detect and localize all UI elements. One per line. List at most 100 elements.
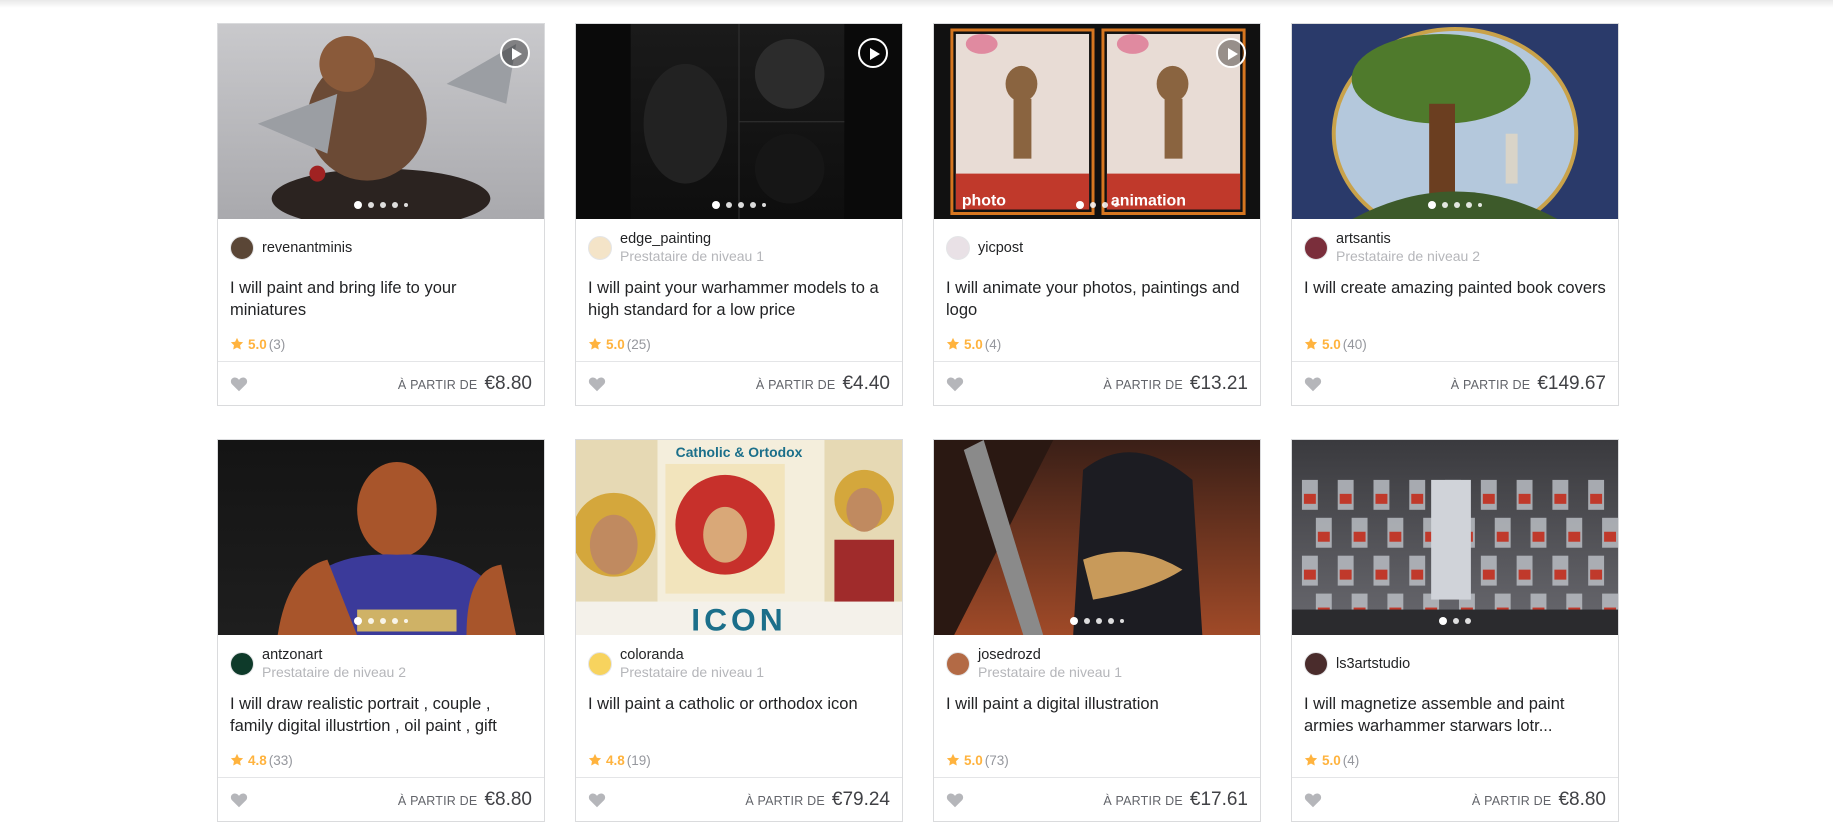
gig-card[interactable]: antzonart Prestataire de niveau 2 I will… (217, 439, 545, 822)
play-video-icon[interactable] (1216, 38, 1246, 68)
avatar[interactable] (946, 236, 970, 261)
price[interactable]: À PARTIR DE €4.40 (756, 373, 890, 395)
price[interactable]: À PARTIR DE €8.80 (1472, 789, 1606, 811)
carousel-dot[interactable] (368, 202, 374, 209)
carousel-dot[interactable] (404, 203, 408, 208)
seller-info[interactable]: revenantminis (218, 219, 544, 277)
seller-name[interactable]: coloranda (620, 647, 764, 664)
heart-icon[interactable] (946, 792, 964, 808)
carousel-dot[interactable] (404, 619, 408, 624)
seller-info[interactable]: edge_painting Prestataire de niveau 1 (576, 219, 902, 277)
gig-thumbnail[interactable]: Catholic & Ortodox ICON (576, 440, 902, 636)
seller-name[interactable]: yicpost (978, 240, 1023, 257)
gig-title[interactable]: I will magnetize assemble and paint armi… (1292, 693, 1618, 743)
carousel-dot[interactable] (392, 202, 398, 209)
carousel-dot[interactable] (1070, 617, 1078, 626)
carousel-dot[interactable] (1442, 202, 1448, 209)
gig-card[interactable]: Catholic & Ortodox ICON coloranda Prestat… (575, 439, 903, 822)
avatar[interactable] (946, 652, 970, 677)
avatar[interactable] (1304, 652, 1328, 677)
price[interactable]: À PARTIR DE €8.80 (398, 373, 532, 395)
gig-thumbnail[interactable]: photo animation (934, 24, 1260, 220)
price[interactable]: À PARTIR DE €149.67 (1451, 373, 1606, 395)
carousel-dot[interactable] (1453, 618, 1459, 625)
heart-icon[interactable] (230, 376, 248, 392)
gig-title[interactable]: I will paint a catholic or orthodox icon (576, 693, 902, 743)
seller-info[interactable]: ls3artstudio (1292, 635, 1618, 693)
seller-name[interactable]: josedrozd (978, 647, 1122, 664)
gig-card[interactable]: revenantminis I will paint and bring lif… (217, 23, 545, 406)
avatar[interactable] (1304, 236, 1328, 261)
carousel-dots[interactable] (218, 617, 544, 626)
carousel-dot[interactable] (1478, 203, 1482, 208)
seller-name[interactable]: ls3artstudio (1336, 656, 1410, 673)
price[interactable]: À PARTIR DE €79.24 (745, 789, 890, 811)
carousel-dot[interactable] (750, 202, 756, 209)
carousel-dot[interactable] (1454, 202, 1460, 209)
gig-title[interactable]: I will paint a digital illustration (934, 693, 1260, 743)
seller-info[interactable]: coloranda Prestataire de niveau 1 (576, 635, 902, 693)
carousel-dot[interactable] (712, 201, 720, 210)
carousel-dot[interactable] (1120, 619, 1124, 624)
carousel-dots[interactable] (934, 201, 1260, 210)
carousel-dot[interactable] (1096, 618, 1102, 625)
gig-thumbnail[interactable] (218, 24, 544, 220)
gig-title[interactable]: I will draw realistic portrait , couple … (218, 693, 544, 743)
carousel-dot[interactable] (1439, 617, 1447, 626)
carousel-dot[interactable] (762, 203, 766, 208)
carousel-dot[interactable] (392, 618, 398, 625)
heart-icon[interactable] (1304, 376, 1322, 392)
carousel-dots[interactable] (1292, 617, 1618, 626)
heart-icon[interactable] (588, 376, 606, 392)
gig-thumbnail[interactable] (934, 440, 1260, 636)
carousel-dot[interactable] (1090, 202, 1096, 209)
heart-icon[interactable] (588, 792, 606, 808)
seller-info[interactable]: artsantis Prestataire de niveau 2 (1292, 219, 1618, 277)
gig-card[interactable]: josedrozd Prestataire de niveau 1 I will… (933, 439, 1261, 822)
gig-card[interactable]: edge_painting Prestataire de niveau 1 I … (575, 23, 903, 406)
carousel-dot[interactable] (1108, 618, 1114, 625)
gig-thumbnail[interactable] (576, 24, 902, 220)
play-video-icon[interactable] (500, 38, 530, 68)
play-video-icon[interactable] (858, 38, 888, 68)
carousel-dot[interactable] (1466, 202, 1472, 209)
gig-title[interactable]: I will animate your photos, paintings an… (934, 277, 1260, 327)
gig-card[interactable]: artsantis Prestataire de niveau 2 I will… (1291, 23, 1619, 406)
seller-info[interactable]: yicpost (934, 219, 1260, 277)
gig-title[interactable]: I will create amazing painted book cover… (1292, 277, 1618, 327)
seller-info[interactable]: antzonart Prestataire de niveau 2 (218, 635, 544, 693)
carousel-dot[interactable] (1465, 618, 1471, 625)
carousel-dot[interactable] (368, 618, 374, 625)
carousel-dot[interactable] (380, 618, 386, 625)
carousel-dot[interactable] (354, 201, 362, 210)
carousel-dot[interactable] (1076, 201, 1084, 210)
avatar[interactable] (230, 236, 254, 261)
gig-thumbnail[interactable] (1292, 24, 1618, 220)
carousel-dots[interactable] (218, 201, 544, 210)
heart-icon[interactable] (1304, 792, 1322, 808)
avatar[interactable] (230, 652, 254, 677)
carousel-dot[interactable] (1114, 203, 1118, 208)
carousel-dot[interactable] (1102, 202, 1108, 209)
carousel-dots[interactable] (576, 201, 902, 210)
gig-card[interactable]: photo animation yicpost I will animate yo… (933, 23, 1261, 406)
carousel-dot[interactable] (380, 202, 386, 209)
heart-icon[interactable] (946, 376, 964, 392)
seller-name[interactable]: artsantis (1336, 231, 1480, 248)
gig-thumbnail[interactable] (1292, 440, 1618, 636)
seller-name[interactable]: edge_painting (620, 231, 764, 248)
carousel-dot[interactable] (1084, 618, 1090, 625)
price[interactable]: À PARTIR DE €13.21 (1103, 373, 1248, 395)
gig-title[interactable]: I will paint your warhammer models to a … (576, 277, 902, 327)
gig-title[interactable]: I will paint and bring life to your mini… (218, 277, 544, 327)
price[interactable]: À PARTIR DE €17.61 (1103, 789, 1248, 811)
seller-name[interactable]: revenantminis (262, 240, 352, 257)
gig-card[interactable]: ls3artstudio I will magnetize assemble a… (1291, 439, 1619, 822)
avatar[interactable] (588, 236, 612, 261)
price[interactable]: À PARTIR DE €8.80 (398, 789, 532, 811)
gig-thumbnail[interactable] (218, 440, 544, 636)
seller-name[interactable]: antzonart (262, 647, 406, 664)
carousel-dots[interactable] (934, 617, 1260, 626)
carousel-dot[interactable] (354, 617, 362, 626)
carousel-dot[interactable] (726, 202, 732, 209)
